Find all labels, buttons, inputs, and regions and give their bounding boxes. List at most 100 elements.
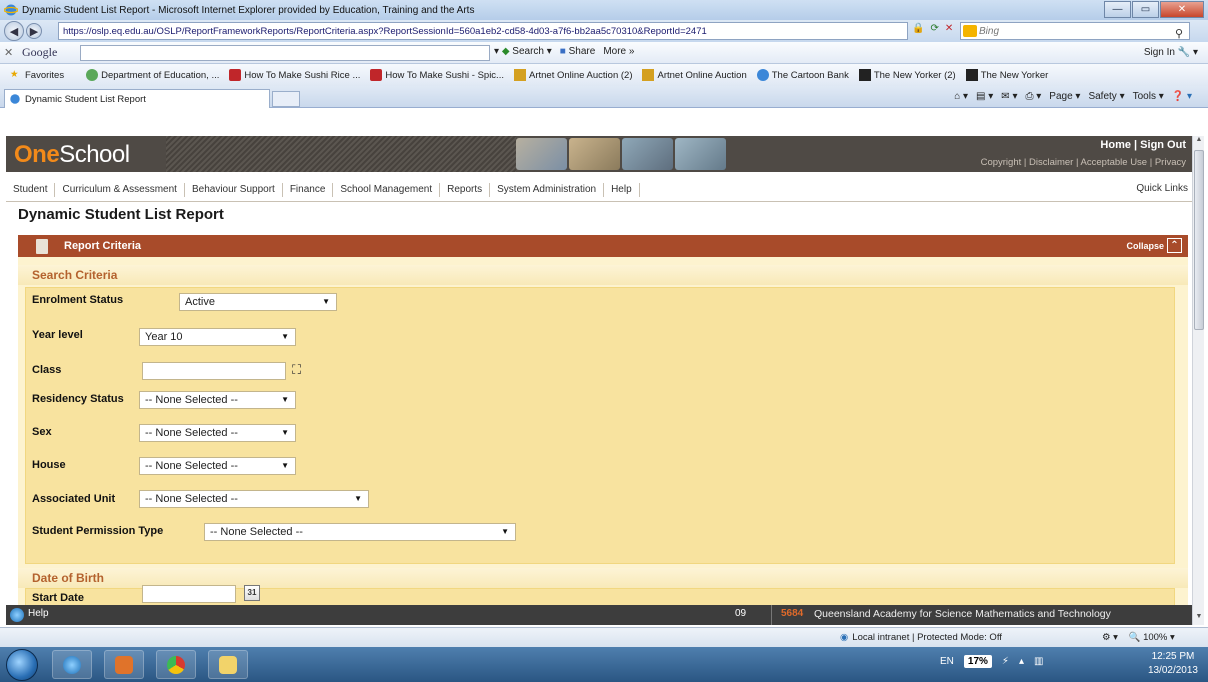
video-icon	[229, 69, 242, 81]
nav-school-management[interactable]: School Management	[333, 182, 441, 197]
panel-title: Report Criteria	[64, 240, 142, 252]
scroll-down-icon[interactable]: ▼	[1194, 613, 1204, 625]
nav-behaviour-support[interactable]: Behaviour Support	[185, 182, 283, 197]
zoom-icon: 🔍	[1128, 632, 1141, 643]
mail-icon[interactable]: ✉ ▾	[1001, 91, 1017, 102]
globe-icon	[86, 69, 99, 81]
taskbar-ie[interactable]	[52, 650, 92, 679]
region-code: 09	[735, 608, 747, 619]
feeds-icon[interactable]: ▤ ▾	[976, 91, 993, 102]
help-icon[interactable]	[10, 608, 24, 622]
intranet-icon: ◉	[840, 632, 849, 643]
tab-dynamic-student-list[interactable]: Dynamic Student List Report	[4, 89, 270, 108]
new-tab-button[interactable]	[272, 91, 300, 107]
house-select[interactable]: -- None Selected -- ▼	[139, 457, 296, 475]
favorite-link[interactable]: Artnet Online Auction (2)	[513, 69, 632, 81]
favorite-link[interactable]: How To Make Sushi Rice ...	[229, 69, 360, 81]
windows-taskbar: EN 17% ⚡ ▴ ▥ 12:25 PM 13/02/2013	[0, 647, 1208, 682]
nav-finance[interactable]: Finance	[283, 182, 334, 197]
class-label: Class	[32, 364, 62, 376]
google-share-button[interactable]: ■ Share	[560, 46, 596, 57]
favorite-link[interactable]: The New Yorker	[965, 69, 1048, 81]
footer-divider	[771, 605, 772, 625]
legal-links[interactable]: Copyright | Disclaimer | Acceptable Use …	[981, 157, 1186, 168]
favorite-link[interactable]: The Cartoon Bank	[756, 69, 849, 81]
maximize-button[interactable]: ▭	[1132, 1, 1159, 18]
nav-help[interactable]: Help	[604, 182, 640, 197]
enrolment-status-select[interactable]: Active ▼	[179, 293, 337, 311]
home-icon[interactable]: ⌂ ▾	[954, 91, 968, 102]
favorite-link[interactable]: The New Yorker (2)	[858, 69, 956, 81]
battery-indicator[interactable]: 17%	[963, 655, 992, 668]
home-signout-links[interactable]: Home | Sign Out	[1100, 139, 1186, 151]
student-permission-type-label: Student Permission Type	[32, 525, 164, 537]
year-level-select[interactable]: Year 10 ▼	[139, 328, 296, 346]
sex-label: Sex	[32, 426, 52, 438]
google-signin-link[interactable]: Sign In 🔧 ▾	[1144, 47, 1198, 58]
oneschool-logo[interactable]: OneSchool	[14, 141, 130, 169]
artnet-icon	[642, 69, 655, 81]
safety-menu[interactable]: Safety ▾	[1088, 91, 1124, 102]
taskbar-clock[interactable]: 12:25 PM 13/02/2013	[1148, 650, 1198, 678]
nav-curriculum-assessment[interactable]: Curriculum & Assessment	[55, 182, 185, 197]
binoculars-icon[interactable]: ⛶	[292, 362, 301, 378]
taskbar-outlook[interactable]	[104, 650, 144, 679]
power-icon[interactable]: ⚡	[1002, 656, 1009, 667]
class-input[interactable]	[142, 362, 286, 380]
network-icon[interactable]: ▥	[1034, 656, 1043, 667]
school-code: 5684	[781, 608, 804, 619]
student-permission-type-select[interactable]: -- None Selected -- ▼	[204, 523, 516, 541]
ie-icon	[4, 4, 18, 16]
zoom-control[interactable]: ⚙ ▾ 🔍 100% ▾	[1102, 632, 1175, 643]
calendar-icon[interactable]: 31	[244, 585, 260, 601]
refresh-icon[interactable]: ⟳	[930, 23, 938, 34]
stop-icon[interactable]: ✕	[945, 23, 953, 34]
document-icon	[36, 238, 48, 254]
artnet-icon	[513, 69, 526, 81]
tools-menu[interactable]: Tools ▾	[1133, 91, 1164, 102]
star-icon: ★	[10, 69, 19, 80]
close-window-button[interactable]: ✕	[1160, 1, 1204, 18]
collapse-button[interactable]: Collapse ⌃	[1126, 238, 1182, 253]
google-search-input[interactable]	[80, 45, 490, 61]
favorite-link[interactable]: Artnet Online Auction	[642, 69, 747, 81]
language-indicator[interactable]: EN	[940, 656, 954, 667]
help-link[interactable]: Help	[28, 608, 49, 619]
forward-button[interactable]: ▶	[26, 23, 42, 39]
nav-system-administration[interactable]: System Administration	[490, 182, 605, 197]
taskbar-explorer[interactable]	[208, 650, 248, 679]
start-button[interactable]	[6, 649, 38, 681]
lock-icon[interactable]: 🔒	[912, 23, 924, 34]
video-icon	[370, 69, 383, 81]
sex-select[interactable]: -- None Selected -- ▼	[139, 424, 296, 442]
chevron-down-icon: ▼	[322, 297, 330, 306]
search-icon[interactable]: ⚲	[1175, 27, 1183, 40]
address-bar[interactable]: https://oslp.eq.edu.au/OSLP/ReportFramew…	[58, 22, 908, 40]
favorite-link[interactable]: Department of Education, ...	[86, 69, 219, 81]
page-menu[interactable]: Page ▾	[1049, 91, 1080, 102]
taskbar-chrome[interactable]	[156, 650, 196, 679]
start-date-input[interactable]	[142, 585, 236, 603]
bing-search-box[interactable]: Bing ⚲	[960, 22, 1190, 40]
residency-status-select[interactable]: -- None Selected -- ▼	[139, 391, 296, 409]
back-button[interactable]: ◀	[4, 21, 24, 41]
nav-student[interactable]: Student	[6, 182, 56, 197]
new-yorker-icon	[858, 69, 871, 81]
security-zone[interactable]: ◉ Local intranet | Protected Mode: Off	[840, 632, 1002, 643]
tray-arrow-icon[interactable]: ▴	[1019, 656, 1024, 667]
scroll-up-icon[interactable]: ▲	[1194, 136, 1204, 148]
quick-links[interactable]: Quick Links	[1136, 183, 1188, 194]
favorites-button[interactable]: ★ Favorites	[10, 69, 64, 81]
associated-unit-select[interactable]: -- None Selected -- ▼	[139, 490, 369, 508]
scroll-thumb[interactable]	[1194, 150, 1204, 330]
favorite-link[interactable]: How To Make Sushi - Spic...	[370, 69, 504, 81]
print-icon[interactable]: ⎙ ▾	[1025, 91, 1041, 102]
close-toolbar-icon[interactable]: ✕	[4, 46, 18, 59]
nav-reports[interactable]: Reports	[440, 182, 491, 197]
google-more-button[interactable]: More »	[603, 46, 634, 57]
minimize-button[interactable]: —	[1104, 1, 1131, 18]
page-scrollbar[interactable]: ▲ ▼	[1192, 136, 1204, 625]
chevron-down-icon: ▼	[354, 494, 362, 503]
help-menu-icon[interactable]: ❓ ▾	[1172, 91, 1192, 102]
google-search-button[interactable]: ▾ ◆ Search ▾	[494, 46, 552, 57]
